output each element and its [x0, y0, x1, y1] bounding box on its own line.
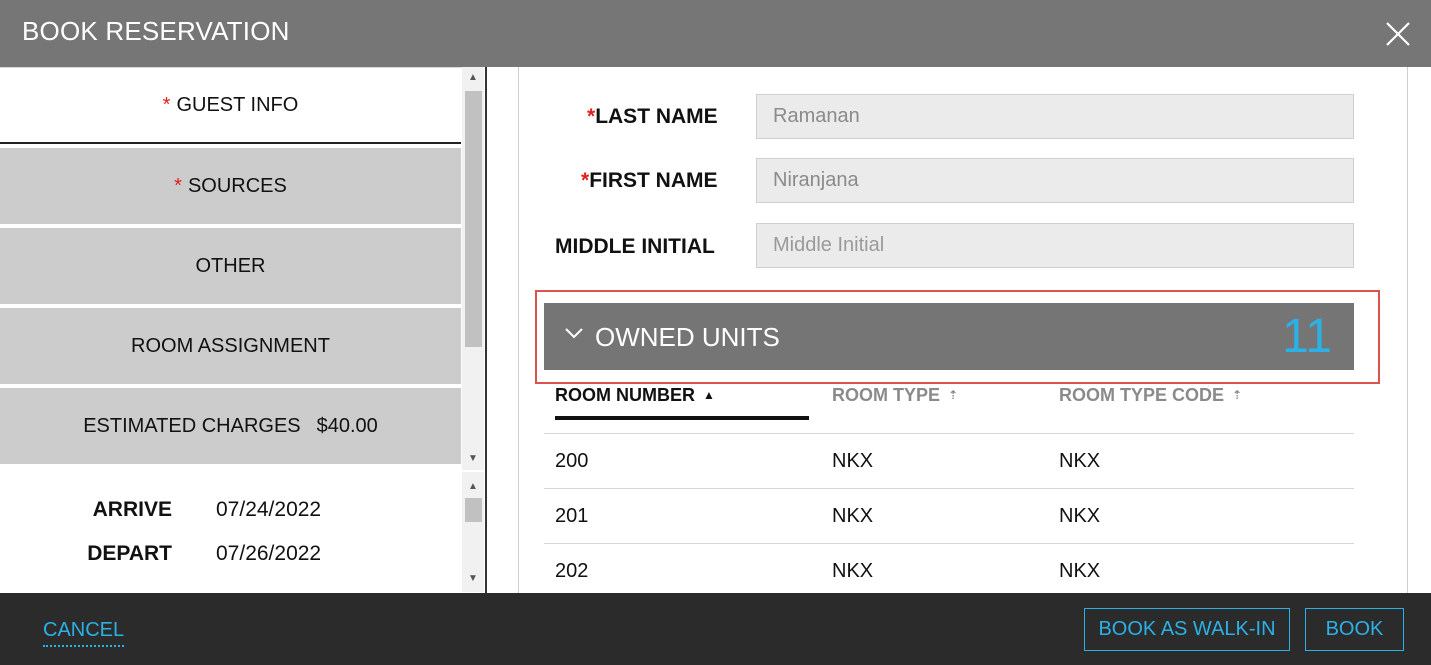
estimated-charges-amount: $40.00	[316, 414, 378, 437]
nav-item-estimated-charges[interactable]: ESTIMATED CHARGES $40.00	[0, 388, 461, 464]
sort-icon: ⇡	[948, 388, 959, 402]
room-type-cell: NKX	[832, 560, 874, 582]
scroll-up-arrow-icon[interactable]: ▲	[462, 67, 484, 87]
depart-row: DEPART 07/26/2022	[0, 542, 462, 572]
scroll-up-arrow-icon[interactable]: ▲	[462, 476, 484, 496]
sort-icon: ⇡	[1232, 388, 1243, 402]
table-row[interactable]: 202 NKX NKX	[544, 543, 1354, 593]
scroll-down-arrow-icon[interactable]: ▼	[462, 568, 484, 588]
chevron-down-icon	[565, 328, 583, 339]
dates-scrollbar[interactable]: ▲ ▼	[462, 472, 484, 592]
nav-item-guest-info[interactable]: * GUEST INFO	[0, 68, 461, 144]
cancel-link[interactable]: CANCEL	[43, 619, 125, 647]
dialog-header: BOOK RESERVATION	[0, 0, 1431, 67]
room-type-cell: NKX	[832, 450, 874, 472]
required-marker: *	[162, 93, 171, 116]
nav-item-room-assignment[interactable]: ROOM ASSIGNMENT	[0, 308, 461, 384]
column-header-room-number[interactable]: ROOM NUMBER ▲	[555, 385, 715, 406]
nav-scrollbar[interactable]: ▲ ▼	[462, 67, 484, 470]
room-type-code-cell: NKX	[1059, 560, 1101, 582]
last-name-input[interactable]	[756, 94, 1354, 139]
room-number-cell: 200	[555, 450, 589, 472]
room-type-code-cell: NKX	[1059, 450, 1101, 472]
owned-units-title: OWNED UNITS	[595, 322, 780, 352]
owned-units-header[interactable]: OWNED UNITS 11	[544, 303, 1354, 370]
column-header-room-type[interactable]: ROOM TYPE ⇡	[832, 385, 958, 406]
nav-item-sources[interactable]: * SOURCES	[0, 148, 461, 224]
close-button[interactable]	[1382, 18, 1414, 50]
room-number-cell: 201	[555, 505, 589, 527]
arrive-label: ARRIVE	[92, 498, 172, 521]
scroll-thumb[interactable]	[465, 91, 482, 347]
arrive-date: 07/24/2022	[216, 498, 322, 521]
nav-item-other[interactable]: OTHER	[0, 228, 461, 304]
active-sort-indicator	[555, 416, 809, 420]
book-as-walk-in-button[interactable]: BOOK AS WALK-IN	[1084, 608, 1290, 651]
room-number-cell: 202	[555, 560, 589, 582]
required-marker: *	[174, 174, 182, 197]
table-row[interactable]: 200 NKX NKX	[544, 433, 1354, 488]
depart-label: DEPART	[87, 542, 172, 565]
dialog-title: BOOK RESERVATION	[22, 16, 290, 46]
section-nav: * GUEST INFO * SOURCES OTHER ROOM ASSIGN…	[0, 67, 462, 470]
owned-units-count: 11	[1282, 310, 1332, 363]
nav-item-label: ESTIMATED CHARGES	[83, 414, 301, 437]
sort-ascending-icon: ▲	[703, 388, 715, 402]
close-icon	[1386, 22, 1410, 46]
depart-date: 07/26/2022	[216, 542, 322, 565]
first-name-input[interactable]	[756, 158, 1354, 203]
room-type-cell: NKX	[832, 505, 874, 527]
middle-initial-label: MIDDLE INITIAL	[555, 235, 715, 258]
nav-item-label: OTHER	[195, 254, 266, 277]
guest-info-panel: *LAST NAME *FIRST NAME MIDDLE INITIAL OW…	[518, 67, 1408, 593]
required-marker: *	[587, 105, 596, 128]
required-marker: *	[581, 169, 590, 192]
scroll-down-arrow-icon[interactable]: ▼	[462, 448, 484, 468]
scroll-thumb[interactable]	[465, 498, 482, 522]
last-name-label: *LAST NAME	[587, 105, 718, 128]
arrive-row: ARRIVE 07/24/2022	[0, 498, 462, 528]
dialog-footer: CANCEL BOOK AS WALK-IN BOOK	[0, 593, 1431, 665]
stay-dates: ARRIVE 07/24/2022 DEPART 07/26/2022	[0, 472, 462, 592]
panel-divider	[485, 67, 487, 593]
room-type-code-cell: NKX	[1059, 505, 1101, 527]
book-button[interactable]: BOOK	[1305, 608, 1404, 651]
nav-item-label: ROOM ASSIGNMENT	[131, 334, 330, 357]
first-name-label: *FIRST NAME	[581, 169, 718, 192]
nav-item-label: GUEST INFO	[176, 93, 299, 116]
column-header-room-type-code[interactable]: ROOM TYPE CODE ⇡	[1059, 385, 1242, 406]
nav-item-label: SOURCES	[187, 174, 287, 197]
table-row[interactable]: 201 NKX NKX	[544, 488, 1354, 543]
middle-initial-input[interactable]	[756, 223, 1354, 268]
